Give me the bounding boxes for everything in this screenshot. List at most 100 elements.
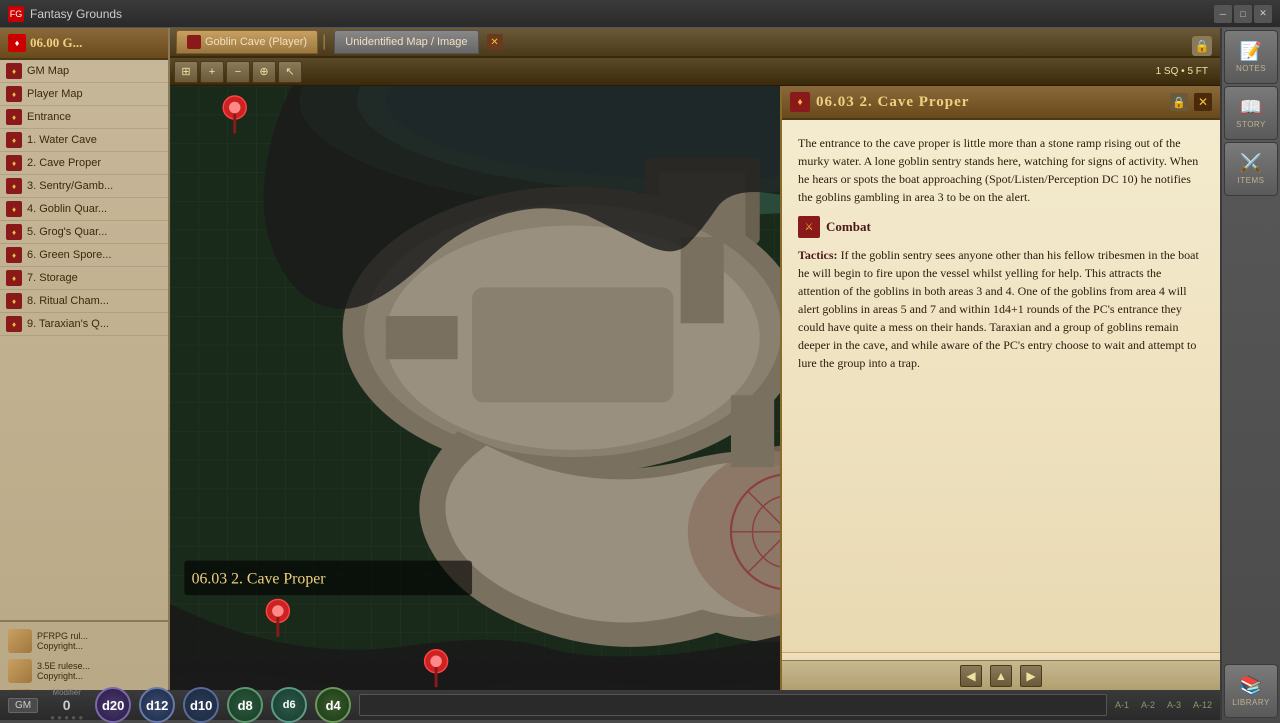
dice-d4[interactable]: d4 xyxy=(315,687,351,723)
map-tab-player-label: Goblin Cave (Player) xyxy=(205,36,307,48)
footer-item-35e[interactable]: 3.5E rulese...Copyright... xyxy=(4,656,164,686)
sidebar-item-grogs-quar[interactable]: ♦ 5. Grog's Quar... xyxy=(0,221,168,244)
coord-a12: A-12 xyxy=(1193,700,1212,710)
map-lock-icon[interactable]: 🔒 xyxy=(1192,36,1212,56)
modifier-label: Modifier xyxy=(52,688,80,697)
modifier-area: Modifier 0 ● ● ● ● ● xyxy=(50,688,83,722)
tab-separator: | xyxy=(322,33,326,51)
intro-paragraph: The entrance to the cave proper is littl… xyxy=(798,134,1204,206)
dice-d12[interactable]: d12 xyxy=(139,687,175,723)
sidebar-label-goblin-quar: 4. Goblin Quar... xyxy=(27,203,107,215)
dice-d20[interactable]: d20 xyxy=(95,687,131,723)
map-toolbar: ⊞ + − ⊕ ↖ 1 SQ • 5 FT xyxy=(170,58,1220,86)
map-icon: ♦ xyxy=(6,224,22,240)
rulebook-icon xyxy=(8,629,32,653)
maximize-button[interactable]: □ xyxy=(1234,5,1252,23)
sidebar-label-player-map: Player Map xyxy=(27,88,83,100)
sidebar-item-goblin-quar[interactable]: ♦ 4. Goblin Quar... xyxy=(0,198,168,221)
map-icon: ♦ xyxy=(6,86,22,102)
chat-input[interactable] xyxy=(359,694,1107,716)
rulebook-icon xyxy=(8,659,32,683)
footer-item-pfrpg[interactable]: PFRPG rul...Copyright... xyxy=(4,626,164,656)
toolbar-zoom-in-btn[interactable]: + xyxy=(200,61,224,83)
content-close-button[interactable]: ✕ xyxy=(1194,93,1212,111)
map-tab-unidentified-label: Unidentified Map / Image xyxy=(345,36,467,48)
items-icon: ⚔️ xyxy=(1240,153,1262,174)
sidebar-item-water[interactable]: ♦ 1. Water Cave xyxy=(0,129,168,152)
nav-up-button[interactable]: ▲ xyxy=(990,665,1012,687)
dice-d6[interactable]: d6 xyxy=(271,687,307,723)
sidebar-header-title: 06.00 G... xyxy=(30,35,82,51)
sidebar-item-cave-proper[interactable]: ♦ 2. Cave Proper xyxy=(0,152,168,175)
combat-section: ⚔ Combat xyxy=(798,216,1204,238)
tool-story[interactable]: 📖 Story xyxy=(1224,86,1278,140)
tactics-paragraph: Tactics: If the goblin sentry sees anyon… xyxy=(798,246,1204,372)
story-icon: 📖 xyxy=(1240,97,1262,118)
sidebar-label-green-spore: 6. Green Spore... xyxy=(27,249,111,261)
toolbar-pointer-btn[interactable]: ↖ xyxy=(278,61,302,83)
map-icon: ♦ xyxy=(6,293,22,309)
tool-items[interactable]: ⚔️ Items xyxy=(1224,142,1278,196)
gm-badge[interactable]: GM xyxy=(8,698,38,713)
map-area: Goblin Cave (Player) | Unidentified Map … xyxy=(170,28,1220,720)
toolbar-zoom-out-btn[interactable]: − xyxy=(226,61,250,83)
nav-next-button[interactable]: ▶ xyxy=(1020,665,1042,687)
notes-icon: 📝 xyxy=(1240,41,1262,62)
map-window-close[interactable]: ✕ xyxy=(487,34,503,50)
map-tab-unidentified[interactable]: Unidentified Map / Image xyxy=(334,30,478,54)
app-body: ♦ 06.00 G... ♦ GM Map ♦ Player Map ♦ Ent… xyxy=(0,28,1280,720)
sidebar-item-ritual[interactable]: ♦ 8. Ritual Cham... xyxy=(0,290,168,313)
footer-pfrpg-label: PFRPG rul...Copyright... xyxy=(37,631,88,651)
coord-bar: A-1 A-2 A-3 A-12 xyxy=(1115,700,1212,710)
close-button[interactable]: ✕ xyxy=(1254,5,1272,23)
tool-library[interactable]: 📚 Library xyxy=(1224,664,1278,718)
toolbar-ping-btn[interactable]: ⊕ xyxy=(252,61,276,83)
map-icon: ♦ xyxy=(6,247,22,263)
sidebar-item-sentry[interactable]: ♦ 3. Sentry/Gamb... xyxy=(0,175,168,198)
right-sidebar: 📝 Notes 📖 Story ⚔️ Items 📚 Library xyxy=(1220,28,1280,720)
sidebar-item-gm-map[interactable]: ♦ GM Map xyxy=(0,60,168,83)
sidebar-item-green-spore[interactable]: ♦ 6. Green Spore... xyxy=(0,244,168,267)
window-controls: ─ □ ✕ xyxy=(1214,5,1272,23)
story-panel-icon: ♦ xyxy=(790,92,810,112)
map-tabs: Goblin Cave (Player) | Unidentified Map … xyxy=(170,28,1220,58)
coord-a3: A-3 xyxy=(1167,700,1181,710)
sidebar-item-taraxian[interactable]: ♦ 9. Taraxian's Q... xyxy=(0,313,168,336)
sidebar-header-icon: ♦ xyxy=(8,34,26,52)
sidebar-label-grogs-quar: 5. Grog's Quar... xyxy=(27,226,107,238)
sidebar-label-gm-map: GM Map xyxy=(27,65,69,77)
sidebar-item-entrance[interactable]: ♦ Entrance xyxy=(0,106,168,129)
map-tab-player[interactable]: Goblin Cave (Player) xyxy=(176,30,318,54)
sidebar-label-entrance: Entrance xyxy=(27,111,71,123)
content-body: The entrance to the cave proper is littl… xyxy=(782,120,1220,652)
coord-a2: A-2 xyxy=(1141,700,1155,710)
tactics-text: If the goblin sentry sees anyone other t… xyxy=(798,248,1199,370)
sidebar-label-ritual: 8. Ritual Cham... xyxy=(27,295,109,307)
app-icon: FG xyxy=(8,6,24,22)
content-panel-title: 06.03 2. Cave Proper xyxy=(816,94,1164,111)
tab-icon xyxy=(187,35,201,49)
sidebar-item-player-map[interactable]: ♦ Player Map xyxy=(0,83,168,106)
nav-prev-button[interactable]: ◀ xyxy=(960,665,982,687)
map-icon: ♦ xyxy=(6,178,22,194)
map-scale-label: 1 SQ • 5 FT xyxy=(1156,66,1216,77)
coord-a1: A-1 xyxy=(1115,700,1129,710)
dice-d8[interactable]: d8 xyxy=(227,687,263,723)
combat-label: Combat xyxy=(826,219,871,235)
dice-d10[interactable]: d10 xyxy=(183,687,219,723)
sidebar-label-cave-proper: 2. Cave Proper xyxy=(27,157,101,169)
map-icon: ♦ xyxy=(6,316,22,332)
sidebar-item-storage[interactable]: ♦ 7. Storage xyxy=(0,267,168,290)
tool-items-label: Items xyxy=(1238,176,1265,185)
sidebar-label-taraxian: 9. Taraxian's Q... xyxy=(27,318,109,330)
toolbar-grid-btn[interactable]: ⊞ xyxy=(174,61,198,83)
modifier-dots: ● ● ● ● ● xyxy=(50,713,83,722)
tool-notes[interactable]: 📝 Notes xyxy=(1224,30,1278,84)
tool-library-label: Library xyxy=(1232,698,1270,707)
library-icon: 📚 xyxy=(1240,675,1262,696)
minimize-button[interactable]: ─ xyxy=(1214,5,1232,23)
map-icon: ♦ xyxy=(6,132,22,148)
content-lock-icon[interactable]: 🔒 xyxy=(1170,93,1188,111)
map-icon: ♦ xyxy=(6,155,22,171)
sidebar-label-storage: 7. Storage xyxy=(27,272,78,284)
